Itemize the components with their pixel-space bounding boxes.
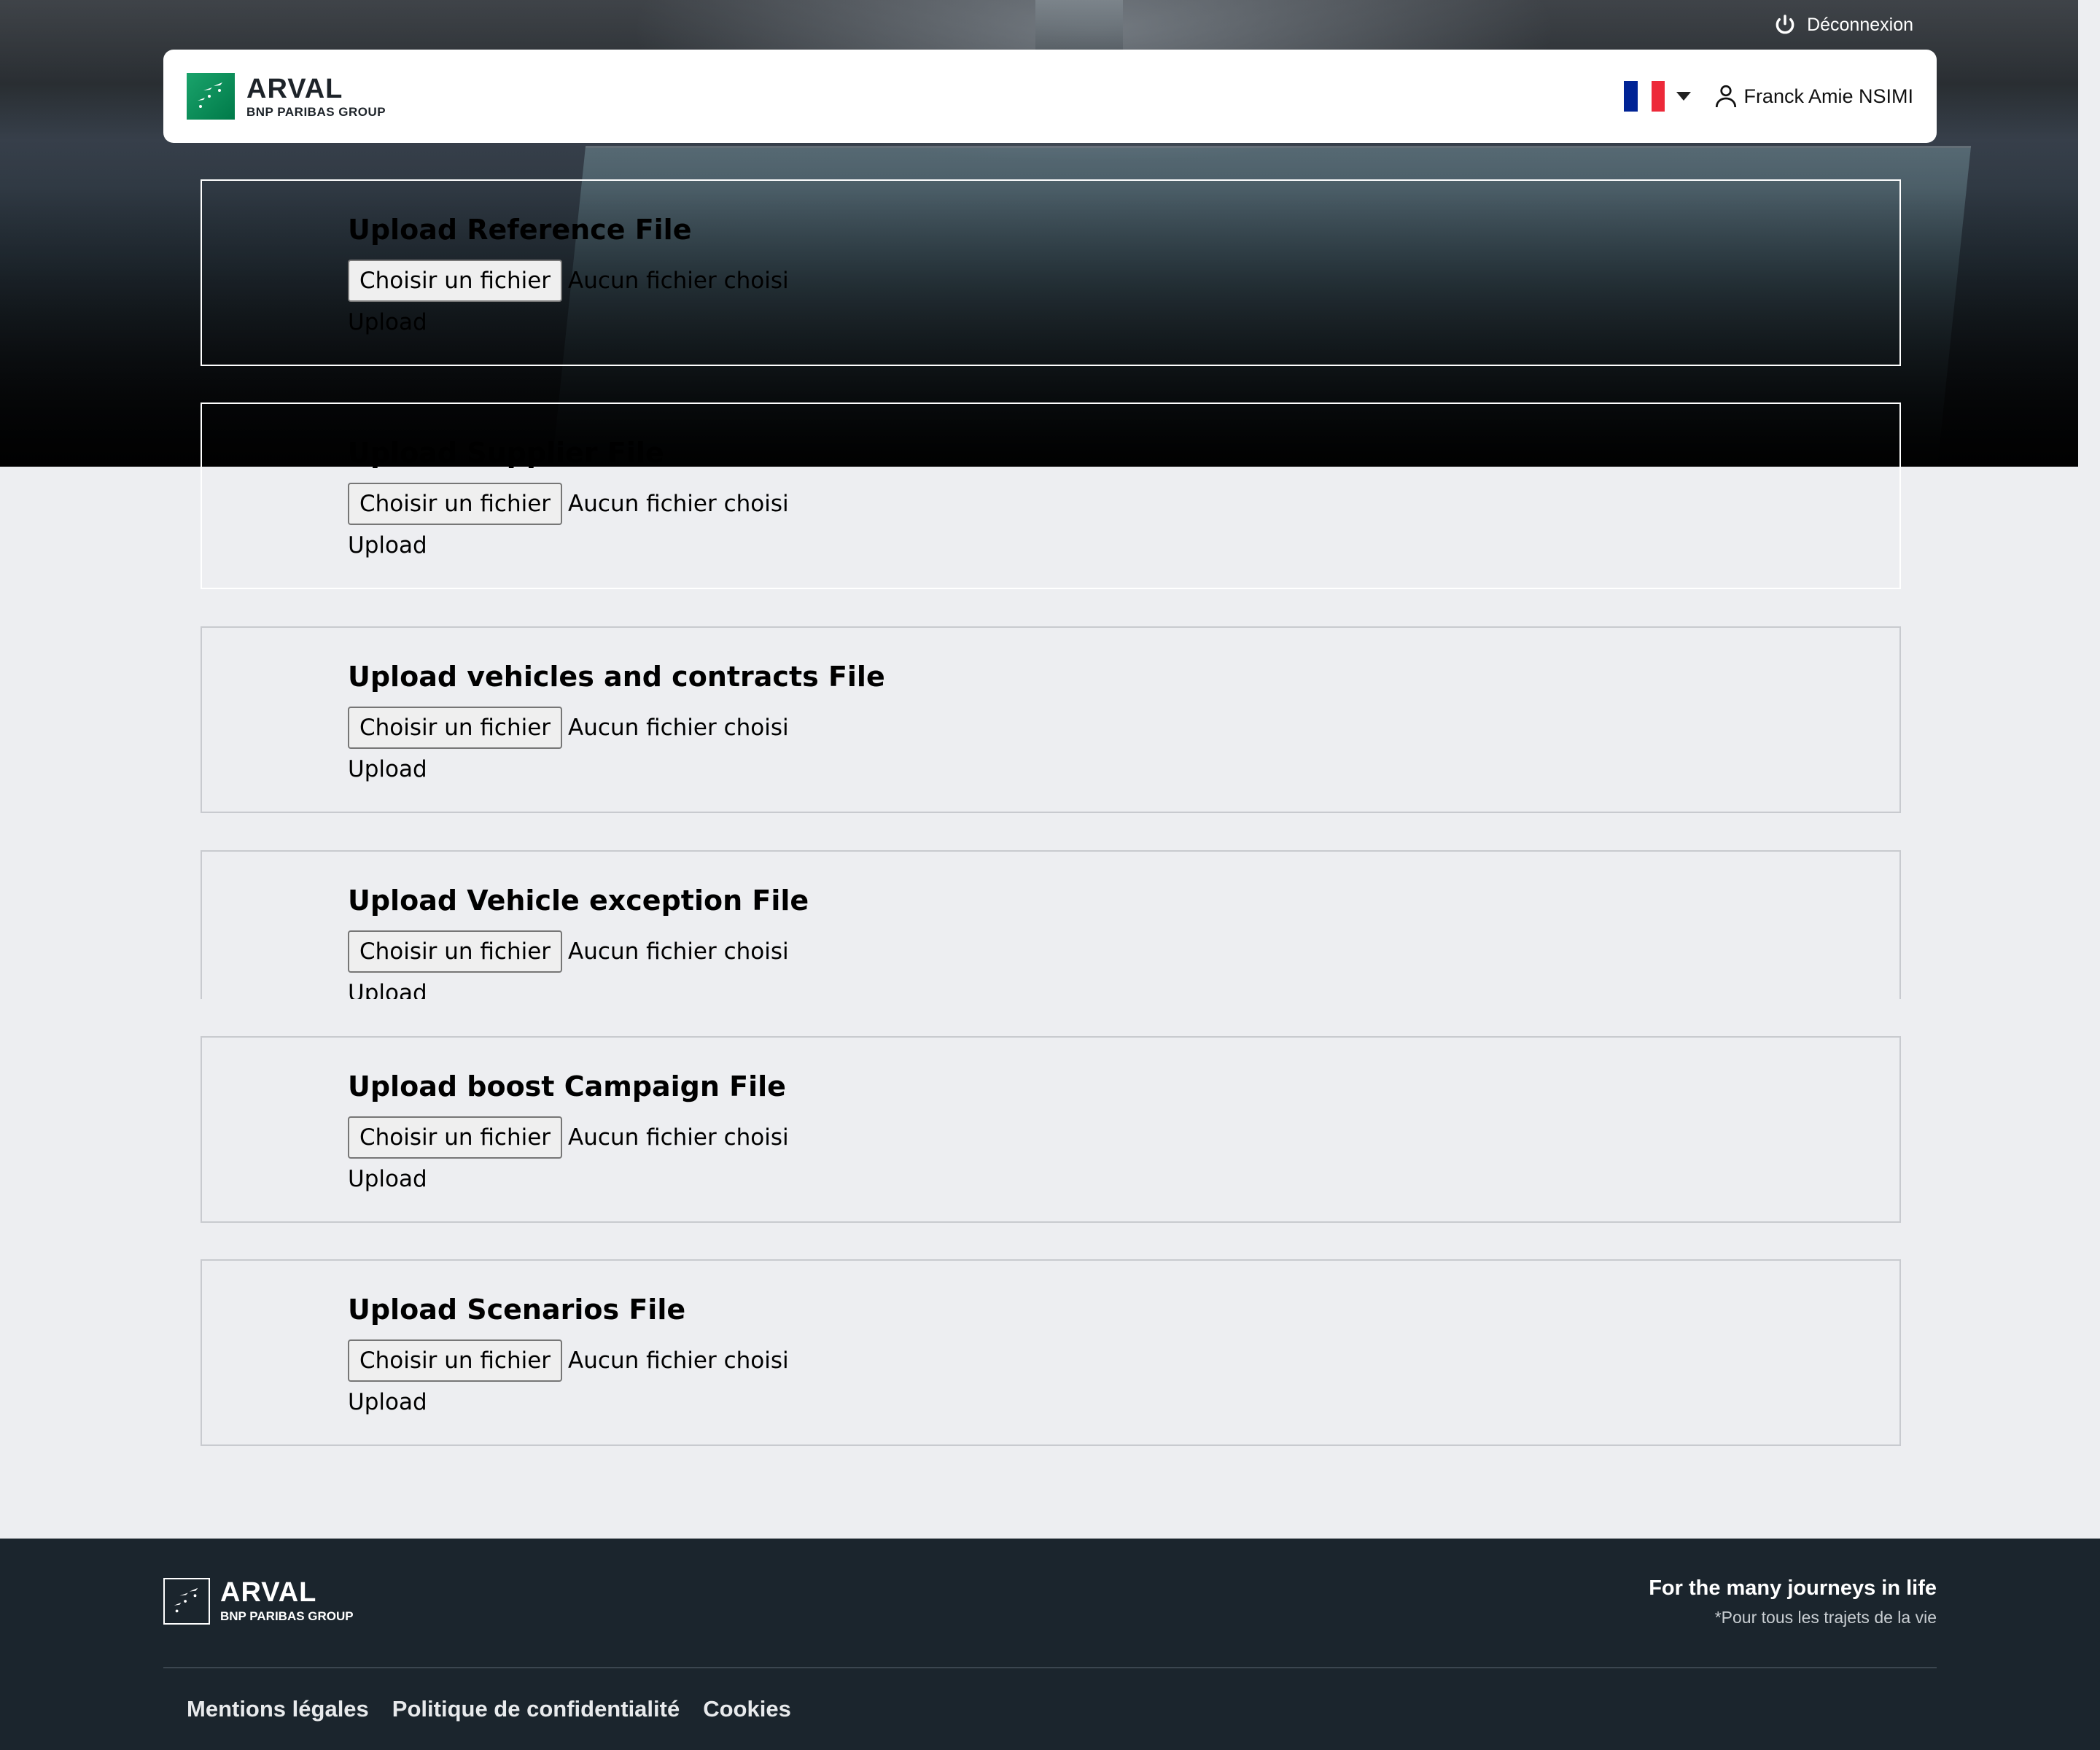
upload-card-supplier: Upload Supplier File Choisir un fichier … bbox=[201, 402, 1901, 589]
upload-button[interactable]: Upload bbox=[348, 753, 1899, 785]
french-flag-icon bbox=[1624, 81, 1665, 112]
link-cookies[interactable]: Cookies bbox=[703, 1696, 791, 1722]
language-selector[interactable] bbox=[1624, 81, 1692, 112]
link-legal-notice[interactable]: Mentions légales bbox=[187, 1696, 369, 1722]
card-title: Upload Vehicle exception File bbox=[348, 884, 809, 917]
choose-file-button[interactable]: Choisir un fichier bbox=[348, 1339, 563, 1382]
tagline: For the many journeys in life bbox=[1649, 1576, 1937, 1600]
upload-card-scenarios: Upload Scenarios File Choisir un fichier… bbox=[201, 1259, 1901, 1446]
brand-name: ARVAL bbox=[246, 73, 343, 104]
top-header: ARVAL BNP PARIBAS GROUP Franck Amie NSIM… bbox=[163, 50, 1937, 143]
choose-file-button[interactable]: Choisir un fichier bbox=[348, 483, 563, 525]
card-title: Upload Reference File bbox=[348, 214, 692, 246]
choose-file-button[interactable]: Choisir un fichier bbox=[348, 260, 563, 302]
bnp-stars-icon bbox=[187, 73, 235, 120]
power-icon bbox=[1776, 15, 1794, 34]
file-status: Aucun fichier choisi bbox=[568, 491, 789, 517]
logout-label: Déconnexion bbox=[1807, 14, 1913, 35]
upload-button[interactable]: Upload bbox=[348, 977, 1899, 999]
file-status: Aucun fichier choisi bbox=[568, 715, 789, 741]
choose-file-button[interactable]: Choisir un fichier bbox=[348, 1116, 563, 1159]
upload-card-boost-campaign: Upload boost Campaign File Choisir un fi… bbox=[201, 1036, 1901, 1223]
bnp-stars-icon bbox=[163, 1578, 210, 1625]
card-title: Upload boost Campaign File bbox=[348, 1070, 786, 1102]
footer-brand-group: BNP PARIBAS GROUP bbox=[220, 1609, 354, 1623]
page-footer: ARVAL BNP PARIBAS GROUP For the many jou… bbox=[0, 1539, 2100, 1750]
logout-button[interactable]: Déconnexion bbox=[1773, 12, 1913, 38]
footer-links: Mentions légales Politique de confidenti… bbox=[187, 1696, 791, 1722]
file-status: Aucun fichier choisi bbox=[568, 1348, 789, 1374]
upload-button[interactable]: Upload bbox=[348, 529, 1899, 561]
file-status: Aucun fichier choisi bbox=[568, 268, 789, 294]
upload-button[interactable]: Upload bbox=[348, 1386, 1899, 1418]
arval-logo[interactable]: ARVAL BNP PARIBAS GROUP bbox=[187, 73, 386, 120]
upload-card-vehicles-contracts: Upload vehicles and contracts File Chois… bbox=[201, 626, 1901, 813]
upload-button[interactable]: Upload bbox=[348, 306, 1899, 338]
footer-tagline: For the many journeys in life *Pour tous… bbox=[1649, 1576, 1937, 1628]
upload-card-vehicle-exception: Upload Vehicle exception File Choisir un… bbox=[201, 850, 1901, 999]
footer-divider bbox=[163, 1667, 1937, 1668]
user-name: Franck Amie NSIMI bbox=[1743, 85, 1913, 107]
link-privacy-policy[interactable]: Politique de confidentialité bbox=[392, 1696, 680, 1722]
choose-file-button[interactable]: Choisir un fichier bbox=[348, 707, 563, 749]
chevron-down-icon bbox=[1676, 92, 1692, 101]
footer-brand-name: ARVAL bbox=[220, 1577, 317, 1608]
file-status: Aucun fichier choisi bbox=[568, 1124, 789, 1151]
card-title: Upload Scenarios File bbox=[348, 1294, 686, 1326]
card-title: Upload vehicles and contracts File bbox=[348, 661, 885, 693]
upload-button[interactable]: Upload bbox=[348, 1163, 1899, 1195]
upload-card-reference: Upload Reference File Choisir un fichier… bbox=[201, 179, 1901, 366]
user-menu[interactable]: Franck Amie NSIMI bbox=[1713, 82, 1913, 110]
brand-group: BNP PARIBAS GROUP bbox=[246, 104, 386, 119]
card-title: Upload Supplier File bbox=[348, 437, 664, 469]
file-status: Aucun fichier choisi bbox=[568, 938, 789, 965]
footer-logo[interactable]: ARVAL BNP PARIBAS GROUP bbox=[163, 1578, 354, 1625]
tagline-sub: *Pour tous les trajets de la vie bbox=[1714, 1608, 1937, 1627]
choose-file-button[interactable]: Choisir un fichier bbox=[348, 930, 563, 973]
user-icon bbox=[1716, 85, 1737, 108]
